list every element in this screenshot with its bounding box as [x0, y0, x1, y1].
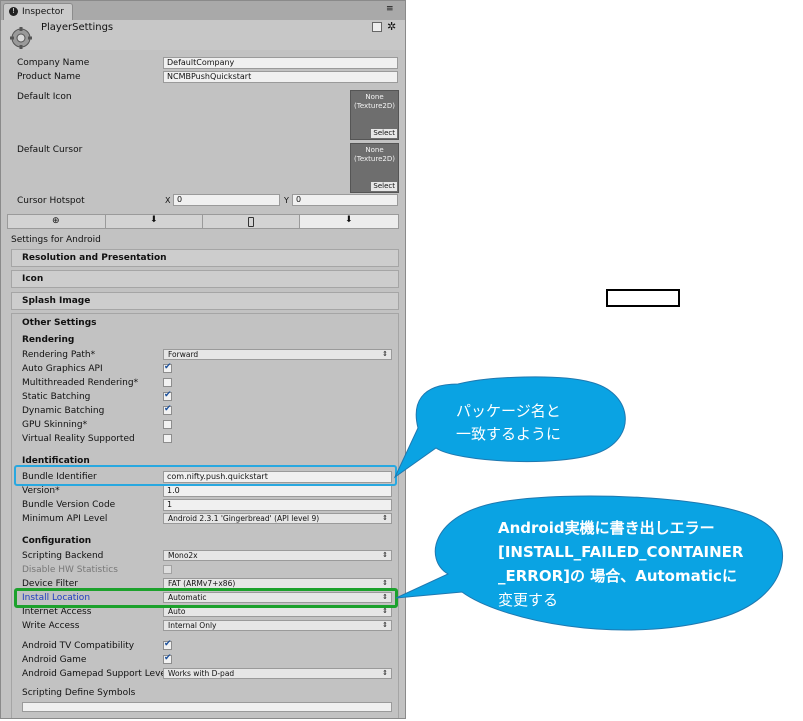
green-callout-text-3: _ERROR]の 場合、Automaticに — [498, 567, 737, 585]
empty-box — [606, 289, 680, 307]
green-callout-text-1: Android実機に書き出しエラー — [498, 519, 715, 537]
green-callout-text-4: 変更する — [498, 591, 559, 609]
green-callout-text-2: [INSTALL_FAILED_CONTAINER — [498, 543, 744, 561]
blue-callout-text-1: パッケージ名と — [456, 402, 561, 420]
blue-callout-text-2: 一致するように — [456, 425, 562, 443]
callout-shapes — [393, 376, 783, 631]
